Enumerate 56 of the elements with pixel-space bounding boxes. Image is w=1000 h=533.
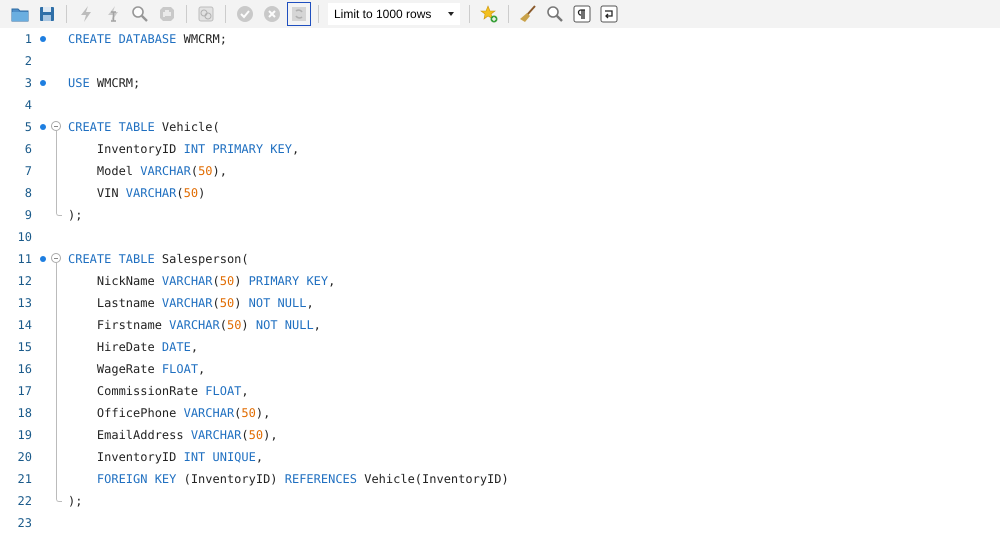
line-number: 7 xyxy=(24,164,32,178)
line-number: 13 xyxy=(16,296,32,310)
code-line: EmailAddress VARCHAR(50), xyxy=(96,428,278,442)
cycle-icon xyxy=(289,4,309,24)
code-line: Lastname VARCHAR(50) NOT NULL, xyxy=(96,296,314,310)
broom-icon xyxy=(518,4,538,24)
line-number: 6 xyxy=(24,142,32,156)
line-number: 21 xyxy=(16,472,32,486)
code-line: CommissionRate FLOAT, xyxy=(96,384,249,398)
line-number: 8 xyxy=(24,186,32,200)
code-line: InventoryID INT PRIMARY KEY, xyxy=(96,142,300,156)
line-number: 12 xyxy=(16,274,32,288)
code-line: ); xyxy=(68,494,82,508)
wrap-icon xyxy=(599,4,619,24)
magnifier-icon xyxy=(130,4,150,24)
code-line: WageRate FLOAT, xyxy=(96,362,206,376)
code-line: USE WMCRM; xyxy=(68,76,140,90)
code-line: CREATE TABLE Salesperson( xyxy=(68,252,249,266)
magnifier-icon xyxy=(545,4,565,24)
line-number: 19 xyxy=(16,428,32,442)
code-line: CREATE TABLE Vehicle( xyxy=(68,120,220,134)
cross-circle-icon xyxy=(262,4,282,24)
check-circle-icon xyxy=(235,4,255,24)
line-number: 3 xyxy=(24,76,32,90)
line-number: 20 xyxy=(16,450,32,464)
line-number: 17 xyxy=(16,384,32,398)
line-number: 4 xyxy=(24,98,32,112)
caret-icon xyxy=(448,12,454,16)
line-number: 23 xyxy=(16,516,32,530)
line-number: 18 xyxy=(16,406,32,420)
code-line: OfficePhone VARCHAR(50), xyxy=(96,406,270,420)
line-number: 14 xyxy=(16,318,32,332)
code-line: VIN VARCHAR(50) xyxy=(96,186,206,200)
collapse-toggle-icon[interactable] xyxy=(51,253,61,263)
line-number: 5 xyxy=(24,120,32,134)
code-line: Model VARCHAR(50), xyxy=(96,164,227,178)
code-line: HireDate DATE, xyxy=(96,340,198,354)
line-number: 2 xyxy=(24,54,32,68)
collapse-toggle-icon[interactable] xyxy=(51,121,61,131)
code-line: Firstname VARCHAR(50) NOT NULL, xyxy=(96,318,321,332)
line-number: 15 xyxy=(16,340,32,354)
code-line: CREATE DATABASE WMCRM; xyxy=(68,32,227,46)
pilcrow-icon xyxy=(572,4,592,24)
line-number: 22 xyxy=(16,494,32,508)
star-plus-icon xyxy=(479,4,499,24)
line-number: 9 xyxy=(24,208,32,222)
code-line: InventoryID INT UNIQUE, xyxy=(96,450,264,464)
code-line: FOREIGN KEY (InventoryID) REFERENCES Vehicle(InventoryID) xyxy=(96,472,509,486)
line-number: 1 xyxy=(24,32,32,46)
code-line: ); xyxy=(68,208,82,222)
row-limit-dropdown[interactable]: Limit to 1000 rows xyxy=(328,3,460,25)
line-number: 16 xyxy=(16,362,32,376)
panels-icon xyxy=(196,4,216,24)
line-number: 11 xyxy=(16,252,32,266)
line-number: 10 xyxy=(16,230,32,244)
code-line: NickName VARCHAR(50) PRIMARY KEY, xyxy=(96,274,336,288)
